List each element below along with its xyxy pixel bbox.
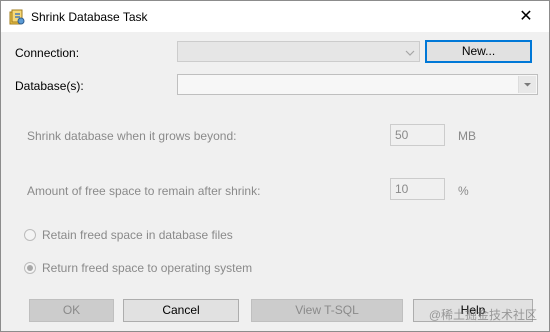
database-label: Database(s): <box>15 79 84 93</box>
free-space-input[interactable]: 10 <box>390 178 445 200</box>
dialog-window: Shrink Database Task ✕ Connection: New..… <box>0 0 550 332</box>
free-space-unit: % <box>458 184 469 198</box>
database-dropdown[interactable] <box>177 74 538 95</box>
connection-dropdown[interactable] <box>177 41 420 62</box>
shrink-grows-label: Shrink database when it grows beyond: <box>27 129 237 143</box>
ok-button[interactable]: OK <box>29 299 114 322</box>
window-title: Shrink Database Task <box>31 10 148 24</box>
chevron-down-icon <box>518 76 536 93</box>
shrink-size-unit: MB <box>458 129 476 143</box>
retain-space-label: Retain freed space in database files <box>42 228 233 242</box>
retain-space-radio[interactable] <box>24 229 36 241</box>
return-space-radio[interactable] <box>24 262 36 274</box>
new-connection-button[interactable]: New... <box>425 40 532 63</box>
free-space-label: Amount of free space to remain after shr… <box>27 184 261 198</box>
return-space-label: Return freed space to operating system <box>42 261 253 275</box>
close-icon[interactable]: ✕ <box>503 1 549 32</box>
view-tsql-button[interactable]: View T-SQL <box>251 299 403 322</box>
watermark-text: @稀土掘金技术社区 <box>428 308 537 322</box>
database-task-icon <box>9 9 25 25</box>
title-bar[interactable]: Shrink Database Task ✕ <box>1 1 549 32</box>
shrink-size-input[interactable]: 50 <box>390 124 445 146</box>
chevron-down-icon <box>405 47 415 57</box>
cancel-button[interactable]: Cancel <box>123 299 239 322</box>
connection-label: Connection: <box>15 46 80 60</box>
